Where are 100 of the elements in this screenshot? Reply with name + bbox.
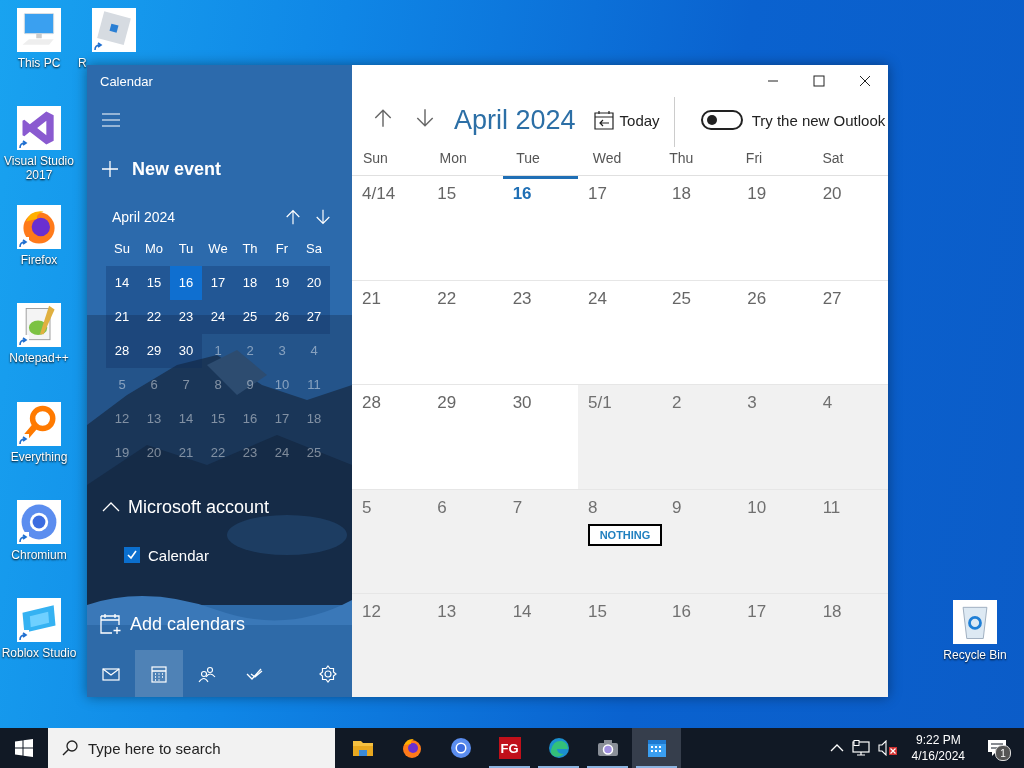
date-cell[interactable]: 7: [170, 368, 202, 402]
month-title[interactable]: April 2024: [454, 104, 576, 136]
nav-tab[interactable]: [135, 650, 183, 697]
day-cell[interactable]: 14: [502, 592, 578, 697]
date-cell[interactable]: 18: [234, 266, 266, 300]
date-cell[interactable]: 21: [106, 300, 138, 334]
date-cell[interactable]: 23: [170, 300, 202, 334]
day-cell[interactable]: 5/1: [578, 384, 662, 489]
date-cell[interactable]: 3: [266, 334, 298, 368]
day-cell[interactable]: 2: [662, 384, 738, 489]
date-cell[interactable]: 24: [266, 436, 298, 470]
add-calendars-button[interactable]: Add calendars: [100, 613, 246, 635]
date-cell[interactable]: 17: [202, 266, 234, 300]
month-title[interactable]: April 2024: [112, 209, 272, 225]
event-chip[interactable]: NOTHING: [588, 523, 662, 546]
day-cell[interactable]: 18: [812, 592, 888, 697]
date-cell[interactable]: 5: [106, 368, 138, 402]
taskbar-button[interactable]: FG: [485, 728, 534, 768]
account-header[interactable]: Microsoft account: [102, 496, 270, 518]
date-cell[interactable]: 20: [138, 436, 170, 470]
date-cell[interactable]: 10: [266, 368, 298, 402]
network-icon[interactable]: [851, 740, 870, 756]
fox-globe-icon[interactable]: [17, 205, 61, 249]
muted-speaker-icon[interactable]: [877, 740, 898, 756]
date-cell[interactable]: 8: [202, 368, 234, 402]
date-cell[interactable]: 24: [202, 300, 234, 334]
computer-icon[interactable]: [17, 8, 61, 52]
day-cell[interactable]: 28: [352, 384, 428, 489]
day-cell[interactable]: 17: [578, 176, 662, 281]
date-cell[interactable]: 15: [202, 402, 234, 436]
date-cell[interactable]: 2: [234, 334, 266, 368]
day-cell[interactable]: 15: [578, 592, 662, 697]
date-cell[interactable]: 14: [106, 266, 138, 300]
date-cell[interactable]: 26: [266, 300, 298, 334]
down-arrow-icon[interactable]: [414, 107, 436, 129]
day-cell[interactable]: 18: [662, 176, 738, 281]
magnifier-icon[interactable]: [17, 402, 61, 446]
day-cell[interactable]: 7: [502, 488, 578, 593]
date-cell[interactable]: 16: [170, 266, 202, 300]
date-cell[interactable]: 17: [266, 402, 298, 436]
day-cell[interactable]: 13: [427, 592, 503, 697]
recycle-bin-icon[interactable]: [953, 600, 997, 644]
clock-time[interactable]: 9:22 PM: [915, 732, 961, 748]
date-cell[interactable]: 25: [234, 300, 266, 334]
up-arrow-icon[interactable]: [372, 107, 394, 129]
day-cell[interactable]: 12: [352, 592, 428, 697]
day-cell[interactable]: 5: [352, 488, 428, 593]
day-cell[interactable]: 16: [662, 592, 738, 697]
checkbox[interactable]: [124, 547, 140, 563]
day-cell[interactable]: 21: [352, 280, 428, 385]
date-cell[interactable]: 22: [202, 436, 234, 470]
day-cell[interactable]: 17: [737, 592, 813, 697]
day-cell[interactable]: 29: [427, 384, 503, 489]
new-event-button[interactable]: New event: [102, 158, 222, 180]
date-cell[interactable]: 19: [106, 436, 138, 470]
day-cell[interactable]: 6: [427, 488, 503, 593]
today-button[interactable]: Today: [593, 110, 660, 130]
date-cell[interactable]: 9: [234, 368, 266, 402]
notepad-icon[interactable]: [17, 303, 61, 347]
day-cell[interactable]: 20: [812, 176, 888, 281]
tilted-square-icon[interactable]: [92, 8, 136, 52]
taskbar-button[interactable]: [632, 728, 681, 768]
day-cell[interactable]: 4: [812, 384, 888, 489]
date-cell[interactable]: 15: [138, 266, 170, 300]
ribbon-logo-icon[interactable]: [17, 106, 61, 150]
menu-icon[interactable]: [102, 113, 120, 127]
ring-logo-icon[interactable]: [17, 500, 61, 544]
date-cell[interactable]: 22: [138, 300, 170, 334]
day-cell[interactable]: 9: [662, 488, 738, 593]
date-cell[interactable]: 20: [298, 266, 330, 300]
date-cell[interactable]: 11: [298, 368, 330, 402]
day-cell[interactable]: 19: [737, 176, 813, 281]
date-cell[interactable]: 23: [234, 436, 266, 470]
day-cell[interactable]: 15: [427, 176, 503, 281]
date-cell[interactable]: 27: [298, 300, 330, 334]
chevron-up-icon[interactable]: [829, 743, 844, 753]
date-cell[interactable]: 4: [298, 334, 330, 368]
date-cell[interactable]: 18: [298, 402, 330, 436]
day-cell[interactable]: 11: [812, 488, 888, 593]
date-cell[interactable]: 19: [266, 266, 298, 300]
date-cell[interactable]: 25: [298, 436, 330, 470]
tile-logo-icon[interactable]: [17, 598, 61, 642]
up-arrow-icon[interactable]: [284, 208, 302, 226]
day-cell[interactable]: 3: [737, 384, 813, 489]
date-cell[interactable]: 16: [234, 402, 266, 436]
date-cell[interactable]: 6: [138, 368, 170, 402]
date-cell[interactable]: 28: [106, 334, 138, 368]
day-cell[interactable]: 16: [502, 176, 578, 281]
date-cell[interactable]: 21: [170, 436, 202, 470]
clock-date[interactable]: 4/16/2024: [911, 748, 965, 764]
notification-button[interactable]: 1: [977, 728, 1017, 768]
day-cell[interactable]: 22: [427, 280, 503, 385]
toggle-switch[interactable]: [700, 110, 743, 130]
date-cell[interactable]: 13: [138, 402, 170, 436]
down-arrow-icon[interactable]: [314, 208, 332, 226]
date-cell[interactable]: 30: [170, 334, 202, 368]
date-cell[interactable]: 29: [138, 334, 170, 368]
date-cell[interactable]: 12: [106, 402, 138, 436]
day-cell[interactable]: 10: [737, 488, 813, 593]
date-cell[interactable]: 1: [202, 334, 234, 368]
